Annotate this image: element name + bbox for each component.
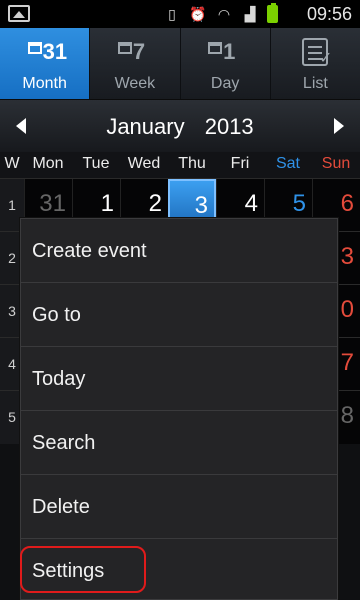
weekday-wed: Wed — [127, 155, 161, 172]
signal-icon: ▟ — [244, 6, 256, 22]
settings-highlight — [20, 546, 146, 593]
gallery-icon — [8, 5, 30, 22]
weekday-tue: Tue — [82, 155, 110, 172]
tab-label: Week — [114, 75, 156, 92]
menu-item-search[interactable]: Search — [21, 411, 337, 475]
menu-item-create-event[interactable]: Create event — [21, 219, 337, 283]
month-name: January — [106, 114, 185, 139]
tab-label: Month — [22, 75, 67, 92]
month-navigation: January 2013 — [0, 100, 360, 152]
tab-week[interactable]: 7 Week — [89, 28, 179, 99]
tab-month[interactable]: 31 Month — [0, 28, 90, 99]
weekday-header: W Mon Tue Wed Thu Fri Sat Sun — [0, 152, 360, 178]
week-column-header: W — [4, 155, 20, 172]
weekday-thu: Thu — [178, 155, 206, 172]
menu-item-go-to[interactable]: Go to — [21, 283, 337, 347]
calendar-week-icon: 7 — [90, 38, 179, 70]
menu-item-today[interactable]: Today — [21, 347, 337, 411]
wifi-icon: ◠ — [217, 6, 231, 22]
status-icons: ▯ ⏰ ◠ ▟ — [163, 3, 278, 23]
menu-item-delete[interactable]: Delete — [21, 475, 337, 539]
options-menu: Create event Go to Today Search Delete S… — [20, 218, 338, 600]
tab-day[interactable]: 1 Day — [179, 28, 270, 99]
weekday-sun: Sun — [321, 155, 351, 172]
calendar-day-icon: 1 — [181, 38, 270, 70]
weekday-mon: Mon — [32, 155, 64, 172]
status-bar: ▯ ⏰ ◠ ▟ 09:56 — [0, 0, 360, 28]
month-title: January 2013 — [0, 114, 360, 140]
view-tabs: 31 Month 7 Week 1 Day ✓ List — [0, 28, 360, 100]
year: 2013 — [204, 114, 254, 139]
tab-label: List — [302, 75, 328, 92]
tab-label: Day — [210, 75, 240, 92]
alarm-icon: ⏰ — [189, 6, 207, 22]
weekday-sat: Sat — [275, 155, 300, 172]
clock: 09:56 — [306, 4, 352, 24]
calendar-month-icon: 31 — [0, 38, 89, 70]
vibrate-icon: ▯ — [168, 6, 176, 22]
next-month-icon[interactable] — [334, 118, 344, 134]
tab-list[interactable]: ✓ List — [269, 28, 360, 99]
list-icon: ✓ — [271, 38, 360, 70]
weekday-fri: Fri — [230, 155, 250, 172]
battery-icon — [267, 3, 278, 23]
